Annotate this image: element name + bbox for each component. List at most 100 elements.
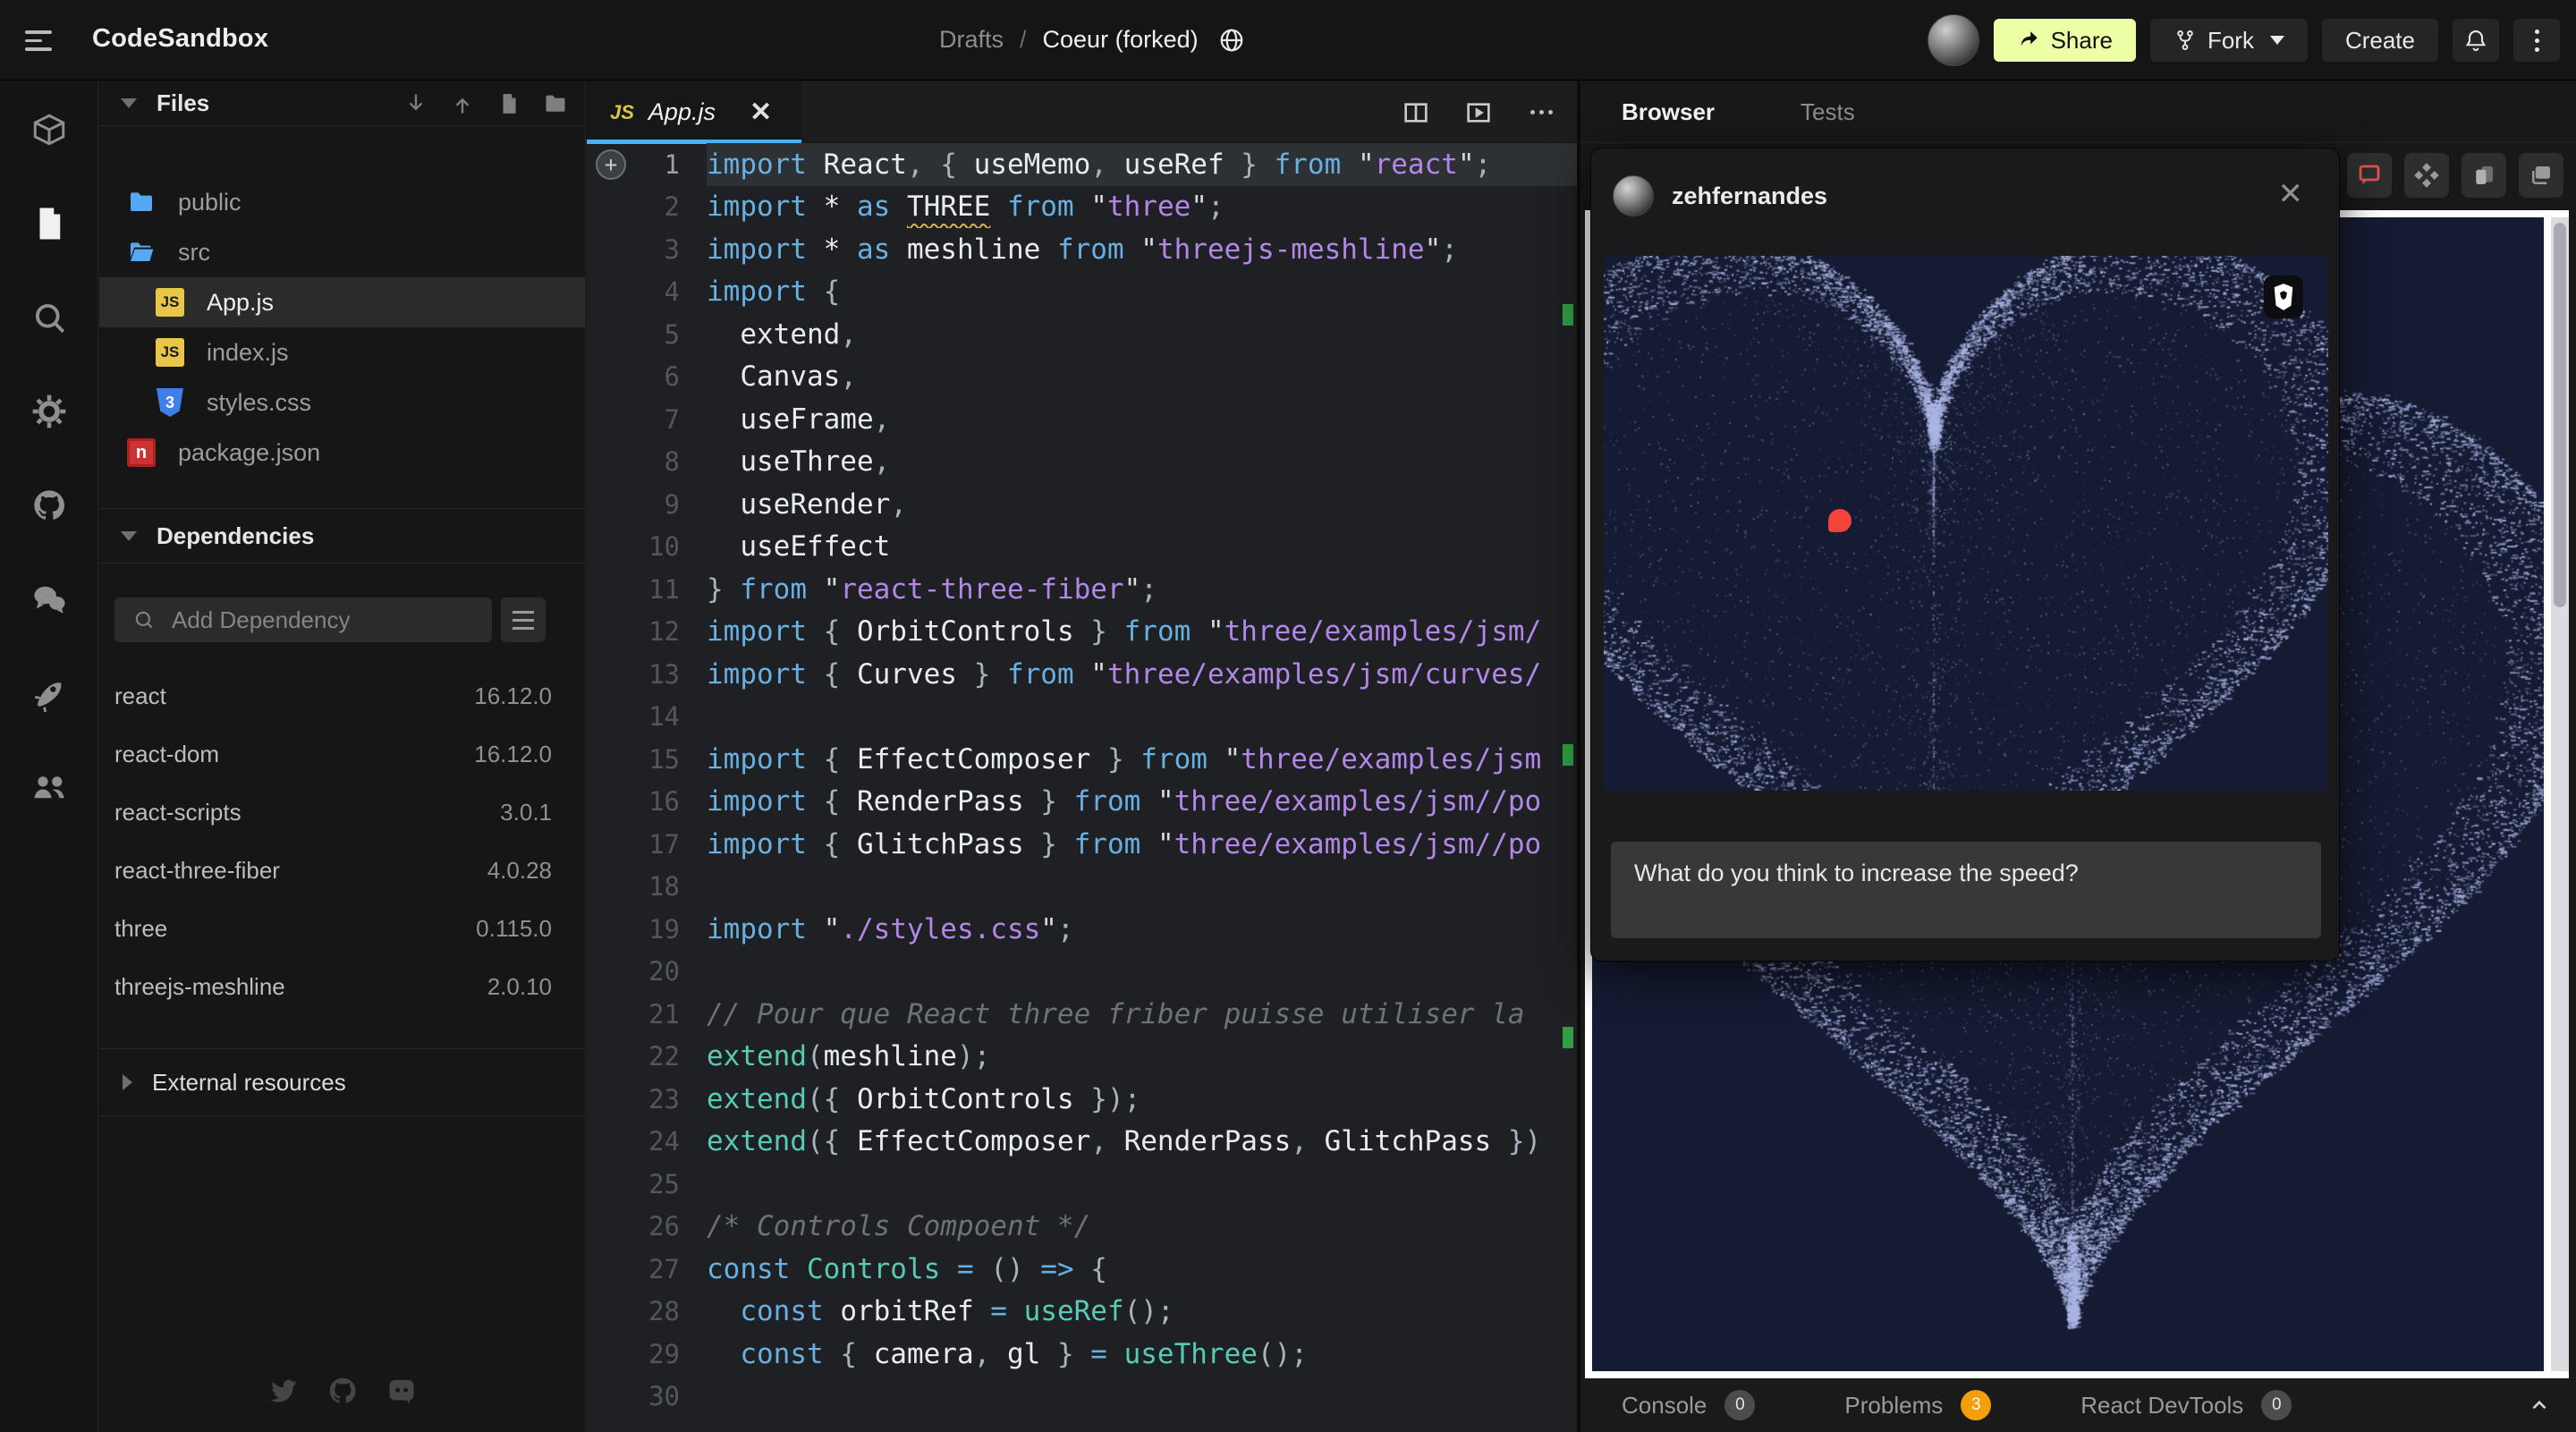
dependency-row-react-three-fiber[interactable]: react-three-fiber 4.0.28 — [99, 842, 585, 900]
code-line-4[interactable]: 4 import { — [587, 271, 1577, 314]
code-line-5[interactable]: 5 extend, — [587, 313, 1577, 356]
code-line-22[interactable]: 22 extend(meshline); — [587, 1036, 1577, 1079]
dependency-list-menu-button[interactable] — [501, 597, 546, 642]
tab-browser[interactable]: Browser — [1622, 98, 1715, 126]
expand-caret-icon[interactable] — [123, 1074, 132, 1090]
code-line-29[interactable]: 29 const { camera, gl } = useThree (); — [587, 1333, 1577, 1376]
code-line-10[interactable]: 10 useEffect — [587, 526, 1577, 569]
code-line-13[interactable]: 13 import { Curves } from " three/examples… — [587, 653, 1577, 696]
comment-thread-marker[interactable]: + — [596, 149, 626, 180]
file-row-App.js[interactable]: JS App.js — [99, 277, 585, 327]
open-preview-icon[interactable] — [1462, 97, 1495, 129]
popup-close-icon[interactable]: ✕ — [2278, 179, 2304, 209]
code-text: // Pour que React three friber puisse ut… — [707, 993, 1577, 1036]
dependency-row-react-scripts[interactable]: react-scripts 3.0.1 — [99, 784, 585, 842]
statusbar-expand-chevron[interactable] — [2528, 1394, 2551, 1417]
code-line-30[interactable]: 30 — [587, 1376, 1577, 1419]
code-line-9[interactable]: 9 useRender, — [587, 483, 1577, 526]
discord-icon[interactable] — [386, 1375, 418, 1407]
download-sandbox-icon[interactable] — [402, 90, 429, 117]
code-line-27[interactable]: 27 const Controls = () => { — [587, 1248, 1577, 1291]
twitter-icon[interactable] — [267, 1375, 300, 1407]
collapse-caret-icon[interactable] — [121, 98, 137, 108]
live-collaboration-icon[interactable] — [30, 768, 68, 806]
file-row-src[interactable]: src — [99, 227, 585, 277]
notifications-button[interactable] — [2453, 19, 2499, 62]
sandbox-info-icon[interactable] — [30, 111, 68, 148]
code-line-1[interactable]: 1 import React, { useMemo, useRef } from … — [587, 143, 1577, 186]
file-row-public[interactable]: public — [99, 177, 585, 227]
console-toggle[interactable]: Console 0 — [1622, 1390, 1755, 1420]
code-line-18[interactable]: 18 — [587, 866, 1577, 909]
collapse-caret-icon[interactable] — [121, 531, 137, 541]
code-line-2[interactable]: 2 import * as THREE from " three "; — [587, 186, 1577, 229]
code-line-17[interactable]: 17 import { GlitchPass } from " three/exam… — [587, 823, 1577, 866]
file-row-index.js[interactable]: JS index.js — [99, 327, 585, 377]
code-line-19[interactable]: 19 import " ./styles.css "; — [587, 908, 1577, 951]
globe-icon[interactable] — [1218, 27, 1245, 54]
bell-icon — [2463, 28, 2488, 53]
comment-text-box[interactable]: What do you think to increase the speed? — [1611, 842, 2321, 938]
file-explorer-icon[interactable] — [30, 205, 68, 242]
new-window-button[interactable] — [2519, 153, 2563, 198]
react-devtools-count-badge: 0 — [2261, 1390, 2292, 1420]
code-line-25[interactable]: 25 — [587, 1163, 1577, 1206]
dependency-row-react-dom[interactable]: react-dom 16.12.0 — [99, 725, 585, 784]
code-line-16[interactable]: 16 import { RenderPass } from " three/exam… — [587, 781, 1577, 824]
dependency-row-three[interactable]: three 0.115.0 — [99, 900, 585, 958]
more-menu-button[interactable] — [2513, 19, 2560, 62]
code-line-12[interactable]: 12 import { OrbitControls } from " three/e… — [587, 611, 1577, 654]
dependency-row-threejs-meshline[interactable]: threejs-meshline 2.0.10 — [99, 958, 585, 1016]
menu-hamburger-icon[interactable] — [25, 25, 57, 55]
code-line-28[interactable]: 28 const orbitRef = useRef (); — [587, 1291, 1577, 1334]
code-line-15[interactable]: 15 import { EffectComposer } from " three/… — [587, 738, 1577, 781]
code-line-23[interactable]: 23 extend({ OrbitControls }); — [587, 1078, 1577, 1121]
responsive-mode-button[interactable] — [2404, 153, 2449, 198]
breadcrumb-current[interactable]: Coeur (forked) — [1043, 26, 1199, 54]
code-line-3[interactable]: 3 import * as meshline from " threejs-mesh… — [587, 228, 1577, 271]
react-devtools-toggle[interactable]: React DevTools 0 — [2080, 1390, 2292, 1420]
external-resources-header[interactable]: External resources — [99, 1048, 585, 1116]
editor-more-icon[interactable] — [1525, 97, 1557, 129]
comment-pin[interactable] — [1828, 509, 1852, 532]
comments-icon[interactable] — [30, 580, 68, 618]
github-footer-icon[interactable] — [326, 1375, 359, 1407]
file-row-styles.css[interactable]: 3 styles.css — [99, 377, 585, 428]
dependency-row-react[interactable]: react 16.12.0 — [99, 667, 585, 725]
deployment-rocket-icon[interactable] — [30, 674, 68, 712]
code-line-6[interactable]: 6 Canvas, — [587, 356, 1577, 399]
code-line-14[interactable]: 14 — [587, 696, 1577, 739]
add-dependency-input[interactable]: Add Dependency — [114, 597, 492, 642]
comment-mode-button[interactable] — [2347, 153, 2392, 198]
tab-tests[interactable]: Tests — [1801, 98, 1855, 126]
code-line-24[interactable]: 24 extend({ EffectComposer, RenderPass, G… — [587, 1121, 1577, 1164]
file-row-package.json[interactable]: n package.json — [99, 428, 585, 478]
fork-caret-icon[interactable] — [2270, 36, 2284, 45]
create-button[interactable]: Create — [2322, 19, 2438, 62]
settings-gear-icon[interactable] — [30, 393, 68, 430]
files-panel-header[interactable]: Files — [99, 81, 585, 126]
share-button[interactable]: Share — [1994, 19, 2136, 62]
tab-appjs[interactable]: JS App.js ✕ — [587, 81, 801, 143]
breadcrumb-parent[interactable]: Drafts — [939, 26, 1004, 54]
code-area[interactable]: 1 import React, { useMemo, useRef } from … — [587, 143, 1577, 1432]
tab-close-icon[interactable]: ✕ — [750, 99, 772, 126]
code-line-7[interactable]: 7 useFrame, — [587, 398, 1577, 441]
fork-button[interactable]: Fork — [2150, 19, 2308, 62]
upload-file-icon[interactable] — [449, 90, 476, 117]
code-line-8[interactable]: 8 useThree, — [587, 441, 1577, 484]
device-preview-button[interactable] — [2462, 153, 2506, 198]
code-line-11[interactable]: 11} from " react-three-fiber "; — [587, 568, 1577, 611]
user-avatar[interactable] — [1928, 14, 1979, 66]
preview-scrollbar[interactable] — [2551, 217, 2569, 1371]
code-line-26[interactable]: 26 /* Controls Compoent */ — [587, 1206, 1577, 1249]
code-line-20[interactable]: 20 — [587, 951, 1577, 994]
problems-toggle[interactable]: Problems 3 — [1844, 1390, 1991, 1420]
new-file-icon[interactable] — [496, 90, 522, 117]
split-editor-icon[interactable] — [1400, 97, 1432, 129]
new-folder-icon[interactable] — [542, 90, 569, 117]
code-line-21[interactable]: 21 // Pour que React three friber puisse … — [587, 993, 1577, 1036]
search-icon[interactable] — [30, 299, 68, 336]
dependencies-panel-header[interactable]: Dependencies — [99, 508, 585, 563]
github-icon[interactable] — [30, 487, 68, 524]
